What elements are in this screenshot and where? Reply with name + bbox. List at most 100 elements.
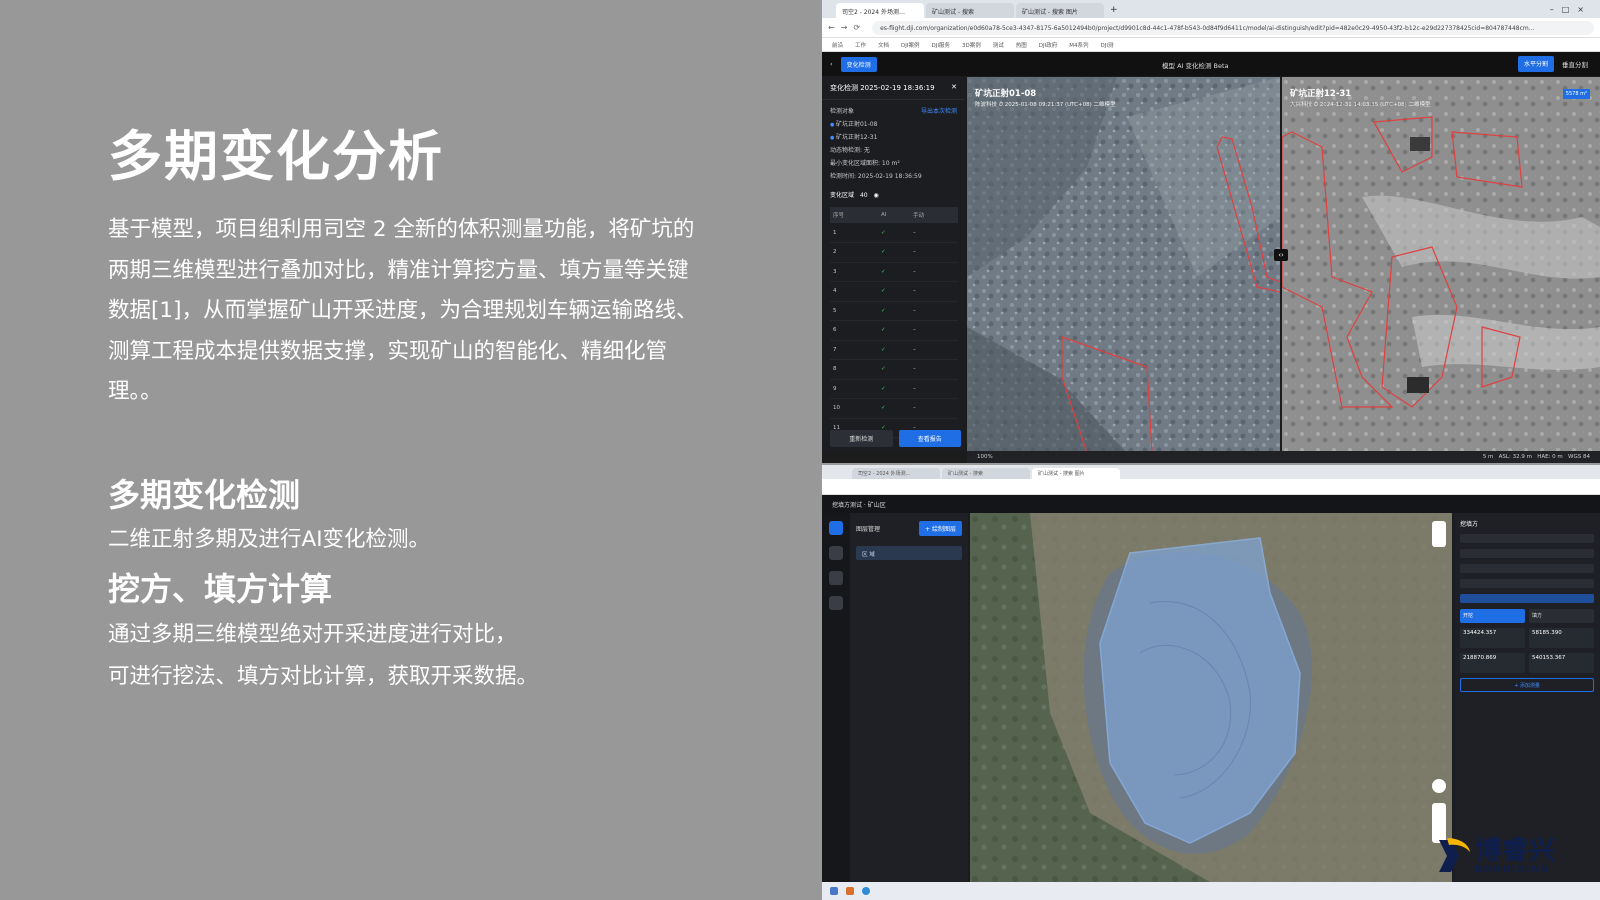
change-table: 序号 AI 手动 1 ✓ –2 ✓ –3 ✓ –4 ✓ –5 ✓ –6 ✓ –7 ✓ –8 ✓ –9 ✓ –10 ✓ –… (830, 207, 958, 438)
browser-tab-bar: 司空2 - 2024 外场测… 矿山测试 - 搜索 矿山测试 - 搜索 图片 +… (822, 0, 1600, 18)
table-row[interactable]: 3 ✓ – (830, 262, 958, 282)
mode-dropdown-button[interactable]: 变化检测 (840, 56, 877, 72)
browser-tab[interactable]: 司空2 - 2024 外场测… (852, 468, 940, 479)
back-icon[interactable]: ‹ (830, 60, 833, 68)
table-row[interactable]: 2 ✓ – (830, 242, 958, 263)
change-count-label: 变化区域 (830, 192, 855, 199)
draw-layer-button[interactable]: + 绘制图层 (919, 521, 962, 536)
bookmark-item[interactable]: 文档 (878, 41, 889, 49)
bookmark-item[interactable]: DJI政府 (1039, 41, 1057, 49)
tool-rail (822, 513, 850, 882)
bookmarks-bar: 前沿 工作 文档 DJI案例 DJI服务 3D案例 测试 热图 DJI政府 M4… (822, 38, 1600, 52)
browser-tab[interactable]: 矿山测试 - 搜索 (926, 3, 1014, 18)
table-row[interactable]: 7 ✓ – (830, 340, 958, 360)
manual-status: – (910, 340, 958, 360)
asl-label: ASL: 32.9 m (1498, 454, 1532, 460)
table-row[interactable]: 10 ✓ – (830, 398, 958, 419)
manual-status: – (910, 398, 958, 419)
bookmark-item[interactable]: 前沿 (832, 41, 843, 49)
nav-arrows-icon[interactable]: ←→⟳ (828, 23, 866, 32)
new-tab-icon[interactable]: + (1110, 5, 1118, 18)
left-map-title: 矿坑正射01-08 (975, 89, 1037, 99)
result-cut-volume: 334424.357 (1460, 628, 1525, 648)
ai-check-icon: ✓ (877, 301, 911, 321)
info-icon[interactable]: ◉ (874, 192, 879, 199)
ai-check-icon: ✓ (877, 223, 911, 243)
detect-time: 检测时间: 2025-02-19 18:36:59 (830, 173, 922, 180)
bookmark-item[interactable]: 热图 (1016, 41, 1027, 49)
add-measure-button[interactable]: + 添加测量 (1460, 678, 1594, 692)
table-row[interactable]: 1 ✓ – (830, 223, 958, 243)
layer-tool-icon[interactable] (829, 546, 843, 560)
bookmark-item[interactable]: DJI服务 (932, 41, 950, 49)
layer-panel-title: 图层管理 (856, 526, 881, 533)
cut-fill-screenshot: 司空2 - 2024 外场测… 矿山测试 - 搜索 矿山测试 - 搜索 图片 挖… (822, 465, 1600, 900)
object-a: 矿坑正射01-08 (822, 117, 965, 130)
bookmark-item[interactable]: 测试 (993, 41, 1004, 49)
tab-fill[interactable]: 填方 (1529, 609, 1594, 623)
slide-title: 多期变化分析 (108, 125, 444, 188)
right-map-meta: 大兴科技 ⏱ 2024-12-31 14:03:35 (UTC+08) 二维模型 (1290, 102, 1431, 108)
result-area-a: 218870.869 (1460, 653, 1525, 673)
app-center-title: 模型 AI 变化检测 Beta (1162, 62, 1229, 70)
ortho-map-right[interactable]: 矿坑正射12-31 大兴科技 ⏱ 2024-12-31 14:03:35 (UT… (1282, 77, 1600, 453)
section1-text: 二维正射多期及进行AI变化检测。 (108, 527, 431, 552)
browser-tab[interactable]: 司空2 - 2024 外场测… (836, 3, 924, 18)
map-layer-icon[interactable] (1432, 521, 1446, 547)
view-horizontal-button[interactable]: 水平分割 (1517, 56, 1554, 72)
slide-paragraph: 基于模型，项目组利用司空 2 全新的体积测量功能，将矿坑的两期三维模型进行叠加对… (108, 217, 698, 404)
min-area: 最小变化区域面积: 10 m² (830, 160, 900, 167)
bookmark-item[interactable]: DJI案例 (901, 41, 919, 49)
window-controls-icon[interactable]: –□× (1550, 5, 1600, 18)
taskbar (822, 882, 1600, 900)
ortho-image-right (1282, 77, 1600, 453)
browser-url-bar[interactable] (822, 479, 1600, 495)
ortho-map-left[interactable]: 矿坑正射01-08 陈波科技 ⏱ 2025-01-08 09:21:37 (UT… (967, 77, 1280, 453)
explorer-icon[interactable] (846, 887, 854, 895)
object-b: 矿坑正射12-31 (822, 130, 965, 143)
browser-tab[interactable]: 矿山测试 - 搜索 图片 (1016, 3, 1104, 18)
table-row[interactable]: 8 ✓ – (830, 359, 958, 380)
logo-mark-icon (1437, 836, 1471, 876)
satellite-image (970, 513, 1452, 882)
section2-text-line2: 可进行挖法、填方对比计算，获取开采数据。 (108, 664, 539, 689)
bookmark-item[interactable]: M4系列 (1069, 41, 1088, 49)
row-index: 3 (830, 262, 878, 282)
split-handle-icon[interactable]: ‹› (1274, 249, 1288, 261)
ai-check-icon: ✓ (877, 379, 911, 399)
layer-item[interactable]: 区 域 (856, 546, 962, 560)
row-index: 9 (830, 379, 878, 399)
bookmark-item[interactable]: DJI测 (1101, 41, 1114, 49)
view-report-button[interactable]: 查看报告 (898, 430, 961, 447)
tab-cut[interactable]: 开挖 (1460, 609, 1525, 623)
change-count: 40 (859, 192, 868, 199)
export-link[interactable]: 导出本次检测 (921, 106, 957, 115)
browser-tab[interactable]: 矿山测试 - 搜索 图片 (1032, 468, 1120, 479)
close-icon[interactable]: ✕ (951, 83, 957, 93)
cut-fill-panel: 挖填方 开挖 填方 334424.357 58185.390 218870.86… (1454, 513, 1600, 882)
table-row[interactable]: 5 ✓ – (830, 301, 958, 321)
area-badge: 5578 m² (1562, 89, 1590, 99)
browser-icon[interactable] (862, 887, 870, 895)
start-icon[interactable] (830, 887, 838, 895)
compass-icon[interactable] (1432, 779, 1446, 793)
bookmark-item[interactable]: 工作 (855, 41, 866, 49)
table-row[interactable]: 4 ✓ – (830, 281, 958, 302)
measure-tool-icon[interactable] (829, 571, 843, 585)
slide-text-panel: 多期变化分析 基于模型，项目组利用司空 2 全新的体积测量功能，将矿坑的两期三维… (0, 0, 820, 900)
zoom-level[interactable]: 100% (977, 454, 993, 460)
satellite-map[interactable] (970, 513, 1452, 882)
view-split-button[interactable]: 垂直分割 (1558, 56, 1592, 72)
redetect-button[interactable]: 重新检测 (830, 430, 893, 447)
url-field[interactable]: es-flight.dji.com/organization/e0d60a78-… (872, 20, 1594, 35)
table-header: 手动 (910, 207, 958, 223)
section2-title: 挖方、填方计算 (108, 570, 333, 608)
table-row[interactable]: 6 ✓ – (830, 320, 958, 341)
bookmark-item[interactable]: 3D案例 (962, 41, 981, 49)
browser-tab[interactable]: 矿山测试 - 搜索 (942, 468, 1030, 479)
detect-type: 动态物检测: 无 (830, 147, 870, 154)
table-row[interactable]: 9 ✓ – (830, 379, 958, 399)
row-index: 6 (830, 320, 878, 341)
edit-tool-icon[interactable] (829, 521, 843, 535)
file-tool-icon[interactable] (829, 596, 843, 610)
